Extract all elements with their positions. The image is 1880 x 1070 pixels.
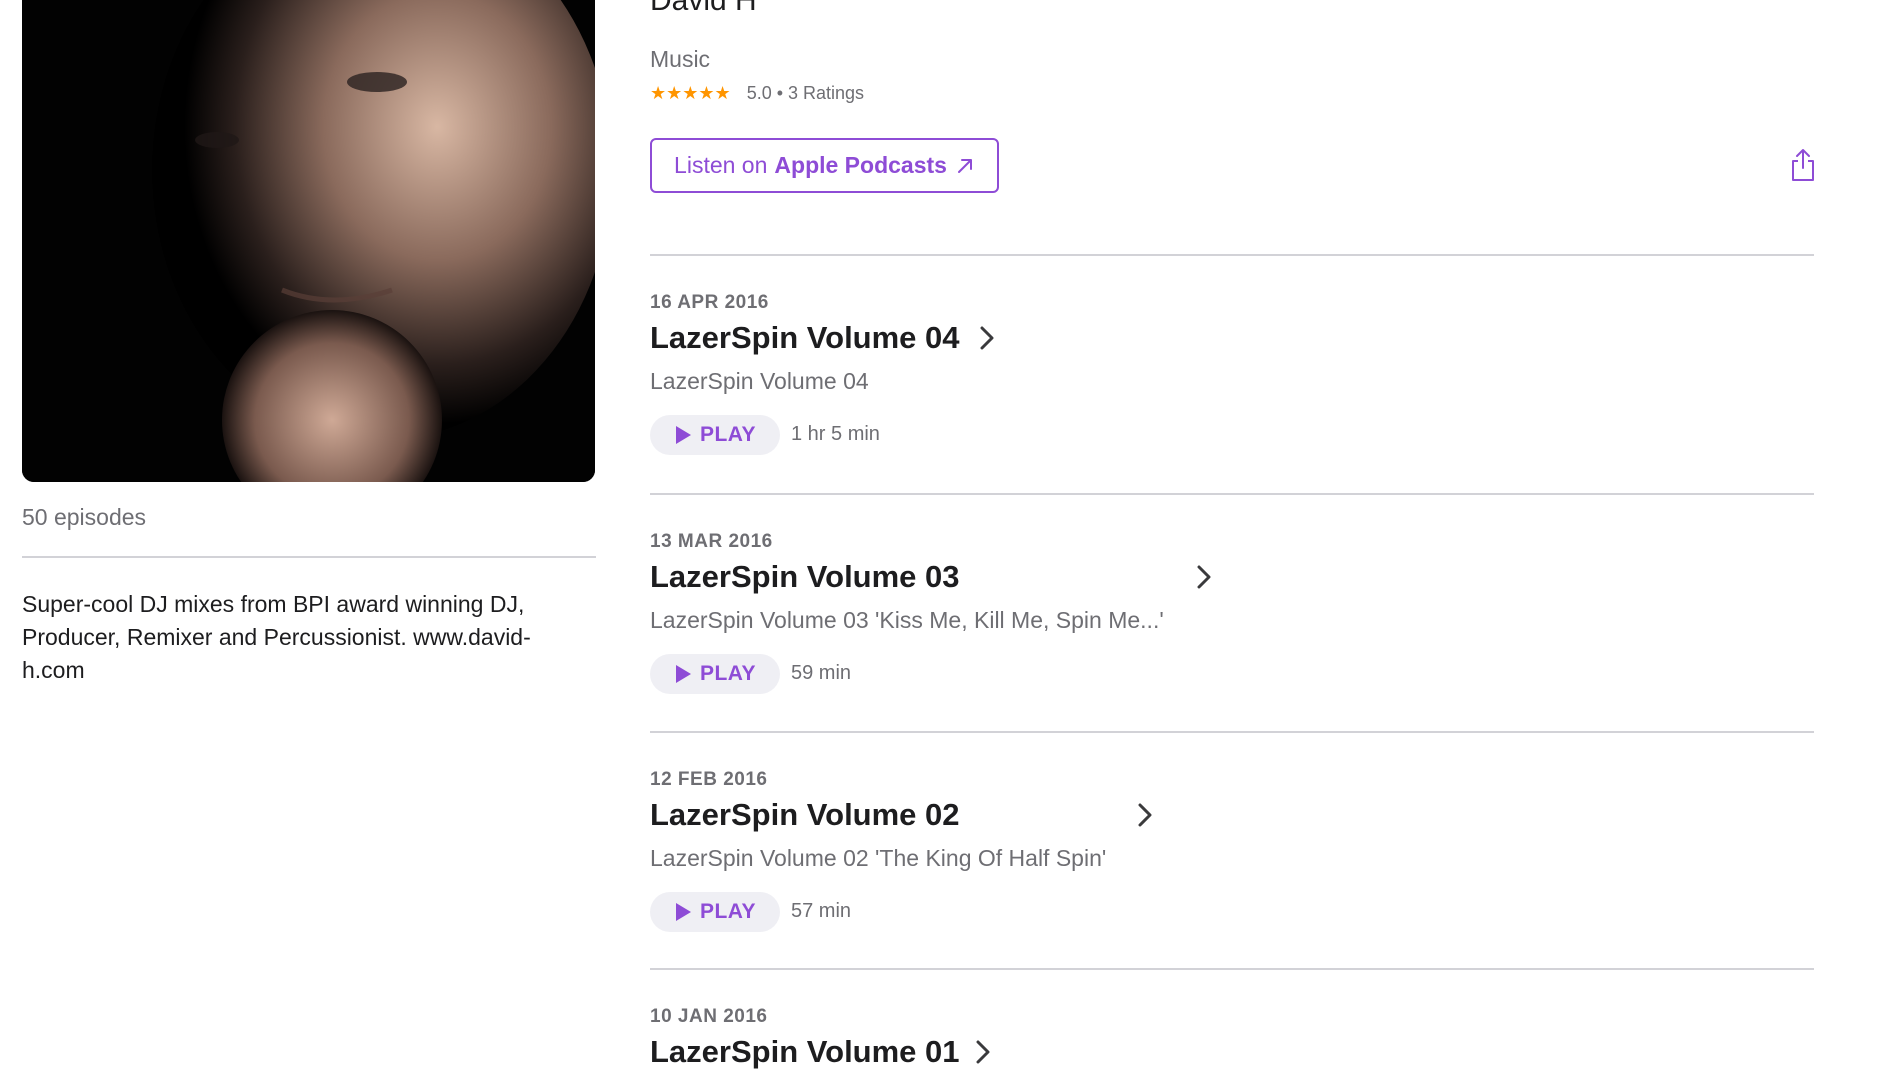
podcast-author[interactable]: David H — [650, 0, 757, 18]
episode-subtitle: LazerSpin Volume 02 'The King Of Half Sp… — [650, 845, 1107, 871]
star-rating-icon: ★★★★★ — [650, 82, 731, 103]
divider — [650, 968, 1814, 970]
listen-prefix: Listen on — [674, 152, 768, 178]
episode-duration: 57 min — [791, 900, 852, 922]
chevron-right-icon[interactable] — [980, 325, 994, 351]
divider — [650, 731, 1814, 733]
episode-title[interactable]: LazerSpin Volume 04 — [650, 320, 960, 356]
chevron-right-icon[interactable] — [976, 1039, 990, 1065]
play-icon — [675, 665, 691, 683]
episode-date: 12 FEB 2016 — [650, 769, 768, 790]
share-icon[interactable] — [1790, 148, 1816, 182]
play-label: PLAY — [699, 423, 757, 446]
podcast-description: Super-cool DJ mixes from BPI award winni… — [22, 591, 531, 683]
play-button[interactable]: PLAY — [650, 654, 780, 694]
episode-date: 10 JAN 2016 — [650, 1006, 768, 1027]
play-button[interactable]: PLAY — [650, 415, 780, 455]
episode-title[interactable]: LazerSpin Volume 02 — [650, 797, 960, 833]
play-icon — [675, 903, 691, 921]
podcast-artwork — [22, 0, 595, 482]
rating-text: 5.0 • 3 Ratings — [746, 82, 865, 103]
episode-count: 50 episodes — [22, 504, 147, 530]
episode-date: 16 APR 2016 — [650, 292, 769, 313]
divider — [650, 493, 1814, 495]
listen-on-apple-podcasts-button[interactable]: Listen on Apple Podcasts — [650, 138, 999, 193]
divider — [650, 254, 1814, 256]
episode-subtitle: LazerSpin Volume 04 — [650, 368, 869, 394]
listen-brand: Apple Podcasts — [774, 152, 947, 178]
rating-row: ★★★★★ 5.0 • 3 Ratings — [650, 81, 864, 105]
podcast-category[interactable]: Music — [650, 46, 710, 73]
episode-title[interactable]: LazerSpin Volume 03 — [650, 559, 960, 595]
play-label: PLAY — [699, 662, 757, 685]
chevron-right-icon[interactable] — [1197, 564, 1211, 590]
left-divider — [22, 556, 596, 558]
play-label: PLAY — [699, 900, 757, 923]
episode-date: 13 MAR 2016 — [650, 531, 773, 552]
episode-subtitle: LazerSpin Volume 03 'Kiss Me, Kill Me, S… — [650, 607, 1164, 633]
artwork-image — [22, 0, 595, 482]
play-button[interactable]: PLAY — [650, 892, 780, 932]
episode-duration: 1 hr 5 min — [791, 423, 880, 445]
episode-duration: 59 min — [791, 662, 852, 684]
chevron-right-icon[interactable] — [1138, 802, 1152, 828]
play-icon — [675, 426, 691, 444]
episode-title[interactable]: LazerSpin Volume 01 — [650, 1034, 960, 1070]
external-link-icon — [957, 158, 972, 173]
